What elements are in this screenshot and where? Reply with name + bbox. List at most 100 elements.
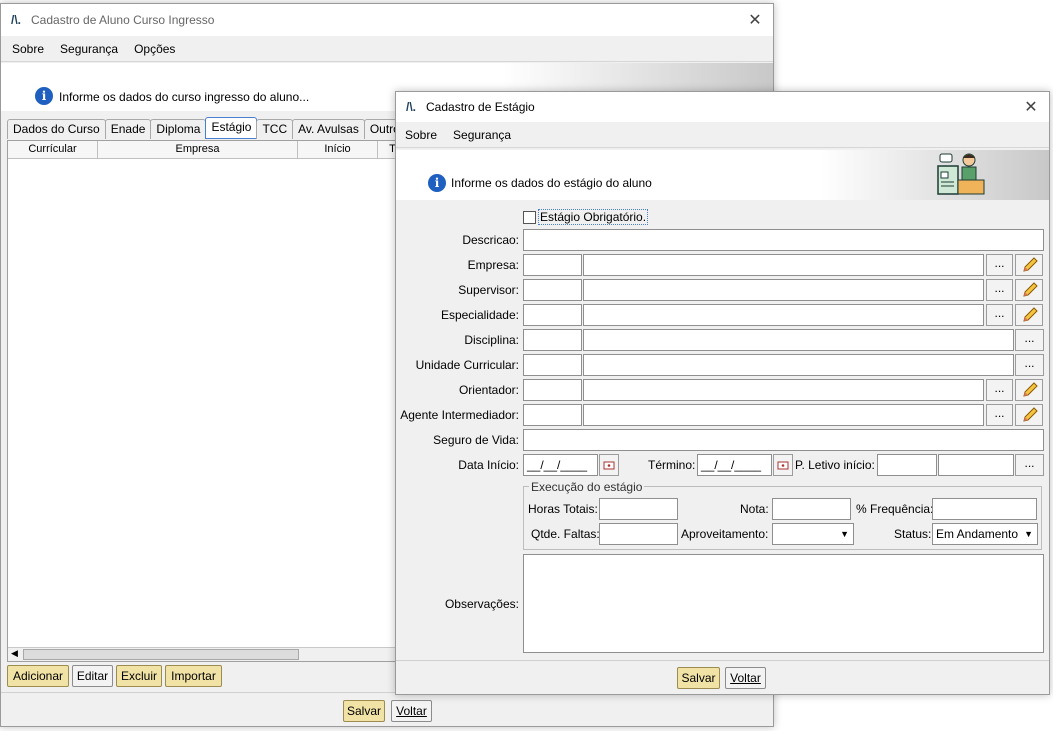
- termino-calendar-icon[interactable]: [773, 454, 793, 476]
- estagio-menu-sobre[interactable]: Sobre: [396, 128, 445, 142]
- agente-lookup-button[interactable]: ...: [986, 404, 1013, 426]
- supervisor-code-input[interactable]: [523, 279, 582, 301]
- estagio-window: /\. Cadastro de Estágio ✕ Sobre Seguranç…: [395, 91, 1050, 695]
- estagio-grid[interactable]: Currícular Empresa Início T ◀: [7, 140, 408, 662]
- estagio-voltar-button[interactable]: Voltar: [725, 667, 766, 689]
- disciplina-lookup-button[interactable]: ...: [1015, 329, 1044, 351]
- orientador-code-input[interactable]: [523, 379, 582, 401]
- agente-code-input[interactable]: [523, 404, 582, 426]
- orientador-label: Orientador:: [458, 383, 519, 397]
- tab-tcc[interactable]: TCC: [256, 119, 294, 139]
- estagio-titlebar: /\. Cadastro de Estágio ✕: [396, 92, 1049, 122]
- back-menu-seguranca[interactable]: Segurança: [52, 42, 126, 56]
- tab-av-avulsas[interactable]: Av. Avulsas: [292, 119, 365, 139]
- termino-label: Término:: [648, 458, 696, 472]
- faltas-input[interactable]: [599, 523, 678, 545]
- horas-input[interactable]: [599, 498, 678, 520]
- excluir-button[interactable]: Excluir: [116, 665, 162, 687]
- obrigatorio-label[interactable]: Estágio Obrigatório.: [538, 209, 649, 225]
- seguro-label: Seguro de Vida:: [433, 433, 519, 447]
- orientador-lookup-button[interactable]: ...: [986, 379, 1013, 401]
- p-letivo-code-input[interactable]: [877, 454, 937, 476]
- back-menu-opcoes[interactable]: Opções: [126, 42, 183, 56]
- p-letivo-lookup-button[interactable]: ...: [1015, 454, 1044, 476]
- back-menu-sobre[interactable]: Sobre: [1, 42, 52, 56]
- empresa-code-input[interactable]: [523, 254, 582, 276]
- orientador-name-input[interactable]: [583, 379, 984, 401]
- empresa-edit-icon[interactable]: [1015, 254, 1043, 276]
- status-value: Em Andamento: [936, 527, 1019, 541]
- col-curricular[interactable]: Currícular: [8, 141, 98, 159]
- especialidade-code-input[interactable]: [523, 304, 582, 326]
- descricao-input[interactable]: [523, 229, 1044, 251]
- back-close-icon[interactable]: ✕: [745, 10, 765, 30]
- agente-edit-icon[interactable]: [1015, 404, 1043, 426]
- estagio-menubar: Sobre Segurança: [396, 122, 1049, 148]
- empresa-label: Empresa:: [467, 258, 519, 272]
- estagio-salvar-button[interactable]: Salvar: [677, 667, 720, 689]
- scroll-left-icon[interactable]: ◀: [11, 648, 18, 659]
- tab-enade[interactable]: Enade: [104, 119, 152, 139]
- empresa-name-input[interactable]: [583, 254, 984, 276]
- importar-button[interactable]: Importar: [165, 665, 222, 687]
- disciplina-label: Disciplina:: [464, 333, 519, 347]
- chevron-down-icon: ▼: [1024, 529, 1033, 539]
- nota-label: Nota:: [740, 502, 769, 516]
- seguro-input[interactable]: [523, 429, 1044, 451]
- tab-dados-curso[interactable]: Dados do Curso: [7, 119, 106, 139]
- data-inicio-calendar-icon[interactable]: [599, 454, 619, 476]
- obrigatorio-checkbox[interactable]: [523, 211, 536, 224]
- unidade-lookup-button[interactable]: ...: [1015, 354, 1044, 376]
- chevron-down-icon: ▼: [840, 529, 849, 539]
- p-letivo-name-input[interactable]: [938, 454, 1014, 476]
- execucao-legend: Execução do estágio: [529, 480, 645, 494]
- clerk-desk-icon: [937, 153, 985, 195]
- unidade-code-input[interactable]: [523, 354, 582, 376]
- back-voltar-button[interactable]: Voltar: [391, 700, 432, 722]
- supervisor-edit-icon[interactable]: [1015, 279, 1043, 301]
- nota-input[interactable]: [772, 498, 851, 520]
- termino-input[interactable]: __/__/____: [697, 454, 772, 476]
- especialidade-lookup-button[interactable]: ...: [986, 304, 1013, 326]
- data-inicio-input[interactable]: __/__/____: [523, 454, 598, 476]
- back-tabs: Dados do Curso Enade Diploma Estágio TCC…: [7, 117, 406, 139]
- unidade-label: Unidade Curricular:: [415, 358, 519, 372]
- adicionar-button[interactable]: Adicionar: [7, 665, 69, 687]
- agente-name-input[interactable]: [583, 404, 984, 426]
- col-inicio[interactable]: Início: [298, 141, 378, 159]
- unidade-name-input[interactable]: [583, 354, 1014, 376]
- empresa-lookup-button[interactable]: ...: [986, 254, 1013, 276]
- app-logo-icon: /\.: [406, 100, 417, 114]
- info-icon: i: [35, 87, 53, 105]
- p-letivo-label: P. Letivo início:: [795, 458, 875, 472]
- scroll-thumb[interactable]: [23, 649, 299, 660]
- status-select[interactable]: Em Andamento ▼: [932, 523, 1038, 545]
- horizontal-scrollbar[interactable]: ◀: [8, 647, 406, 661]
- especialidade-name-input[interactable]: [583, 304, 984, 326]
- especialidade-edit-icon[interactable]: [1015, 304, 1043, 326]
- frequencia-input[interactable]: [932, 498, 1037, 520]
- tab-estagio[interactable]: Estágio: [205, 117, 258, 139]
- status-label: Status:: [894, 527, 932, 541]
- aproveitamento-label: Aproveitamento:: [681, 527, 769, 541]
- observacoes-label: Observações:: [444, 597, 519, 611]
- estagio-close-icon[interactable]: ✕: [1021, 97, 1041, 117]
- observacoes-textarea[interactable]: [523, 554, 1044, 653]
- faltas-label: Qtde. Faltas:: [531, 527, 600, 541]
- frequencia-label: % Frequência:: [856, 502, 934, 516]
- editar-button[interactable]: Editar: [72, 665, 113, 687]
- estagio-menu-seguranca[interactable]: Segurança: [445, 128, 519, 142]
- col-empresa[interactable]: Empresa: [98, 141, 298, 159]
- disciplina-code-input[interactable]: [523, 329, 582, 351]
- orientador-edit-icon[interactable]: [1015, 379, 1043, 401]
- estagio-info-text: Informe os dados do estágio do aluno: [451, 176, 652, 190]
- back-salvar-button[interactable]: Salvar: [343, 700, 385, 722]
- data-inicio-label: Data Início:: [458, 458, 519, 472]
- estagio-info-header: i Informe os dados do estágio do aluno: [396, 150, 1049, 200]
- estagio-footer-divider: [396, 660, 1049, 661]
- disciplina-name-input[interactable]: [583, 329, 1014, 351]
- tab-diploma[interactable]: Diploma: [150, 119, 207, 139]
- supervisor-name-input[interactable]: [583, 279, 984, 301]
- supervisor-lookup-button[interactable]: ...: [986, 279, 1013, 301]
- aproveitamento-select[interactable]: ▼: [772, 523, 854, 545]
